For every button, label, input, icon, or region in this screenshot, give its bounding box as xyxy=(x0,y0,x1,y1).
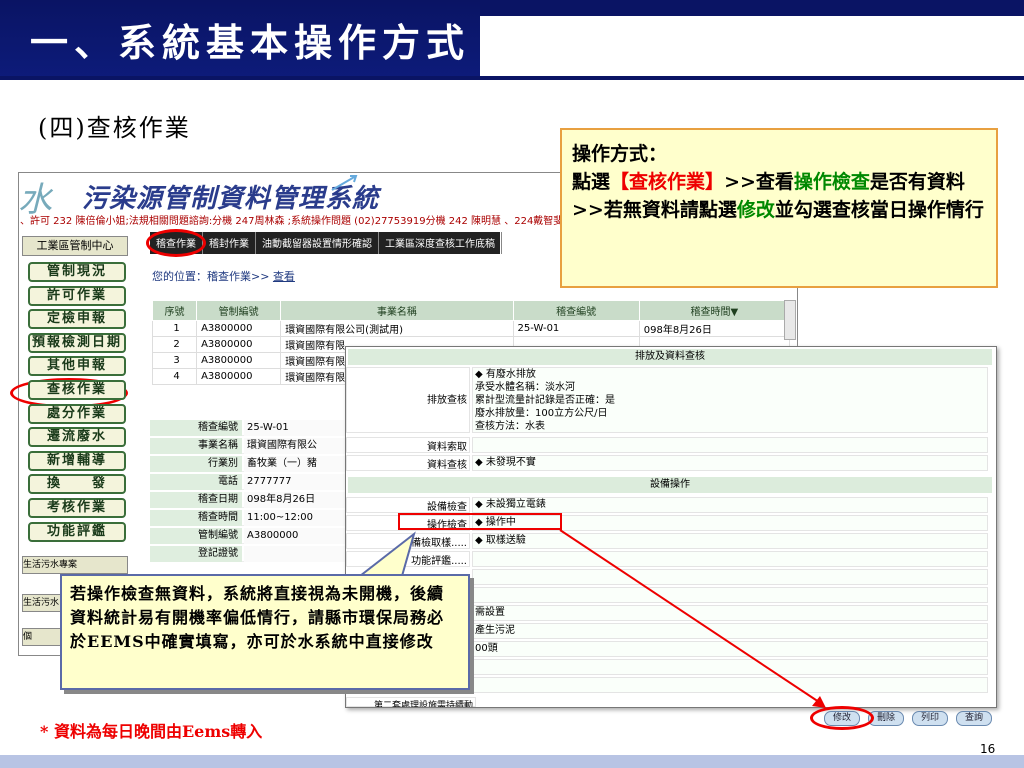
row-evaluation: 功能評鑑..... xyxy=(346,551,996,567)
nav-item-11[interactable]: 功能評鑑 xyxy=(28,521,126,542)
nav-item-5[interactable]: 查核作業 xyxy=(28,380,126,400)
detail-row: 登記證號 xyxy=(150,546,350,562)
breadcrumb: 您的位置：稽查作業>> 查看 xyxy=(152,270,295,283)
nav-item-3[interactable]: 預報檢測日期 xyxy=(28,332,126,353)
query-button[interactable]: 查詢 xyxy=(956,711,992,726)
warning-callout: 若操作檢查無資料，系統將直接視為未開機，後續資料統計易有開機率偏低情行，請縣市環… xyxy=(60,574,470,690)
detail-row: 行業別 畜牧業（一）豬 xyxy=(150,456,350,472)
row-equipment-check: 設備檢查 ◆ 未設獨立電錶 xyxy=(346,497,996,513)
row-discharge: 排放查核 ◆ 有廢水排放 承受水體名稱：淡水河 累計型流量計記錄是否正確：是 廢… xyxy=(346,367,996,433)
table-row[interactable]: 1 A3800000 環資國際有限公司(測試用) 25-W-01 098年8月26日 xyxy=(151,320,791,337)
col-header-control-id[interactable]: 管制編號 xyxy=(196,300,282,321)
title-band-top xyxy=(480,0,1024,16)
detail-row: 管制編號 A3800000 xyxy=(150,528,350,544)
highlight-tab-inspection xyxy=(146,229,206,257)
detail-row: 稽查時間 11:00~12:00 xyxy=(150,510,350,526)
nav-item-4[interactable]: 其他申報 xyxy=(28,356,126,377)
print-button[interactable]: 列印 xyxy=(912,711,948,726)
title-band-light xyxy=(480,16,1024,76)
detail-row: 事業名稱 環資國際有限公 xyxy=(150,438,350,454)
nav-item-9[interactable]: 換 發 xyxy=(28,474,126,495)
col-header-inspection-date[interactable]: 稽查時間▼ xyxy=(638,300,791,321)
detail-row: 電話 2777777 xyxy=(150,474,350,490)
detail-row: 稽查日期 098年8月26日 xyxy=(150,492,350,508)
breadcrumb-link-view[interactable]: 查看 xyxy=(273,270,295,283)
arrows-icon xyxy=(331,175,358,191)
row-sampling: 備檢取樣..... ◆ 取樣送驗 xyxy=(346,533,996,549)
footer-band xyxy=(0,755,1024,768)
nav-item-0[interactable]: 管制現況 xyxy=(28,262,126,282)
highlight-operation-check xyxy=(398,513,562,530)
section-equipment-header: 設備操作 xyxy=(348,477,992,493)
nav-section-sewage-project[interactable]: 生活污水專案 xyxy=(22,556,128,574)
slide-title: 一、系統基本操作方式 xyxy=(30,20,471,65)
row-cut-off: 第二套處理設施需持續動 xyxy=(346,697,996,707)
detail-row: 稽查編號 25-W-01 xyxy=(150,420,350,436)
slide-subtitle: (四)查核作業 xyxy=(38,114,191,142)
table-scrollbar[interactable] xyxy=(784,300,796,340)
footnote: * 資料為每日晚間由Eems轉入 xyxy=(40,722,263,741)
tab-oil-trap[interactable]: 油動截留器設置情形確認 xyxy=(256,232,379,254)
nav-item-8[interactable]: 新增輔導 xyxy=(28,450,126,471)
news-ticker: 、許可 232 陳倍倫小姐;法規相關問題諮詢:分機 247周林森 ;系統操作問題… xyxy=(20,216,560,227)
nav-item-7[interactable]: 遷流廢水 xyxy=(28,427,126,448)
instruction-callout: 操作方式： 點選【查核作業】>>查看操作檢查是否有資料>>若無資料請點選修改並勾… xyxy=(560,128,998,288)
col-header-company[interactable]: 事業名稱 xyxy=(280,300,514,321)
nav-item-6[interactable]: 處分作業 xyxy=(28,403,126,424)
page-number: 16 xyxy=(980,742,996,756)
col-header-inspection-id[interactable]: 稽查編號 xyxy=(512,300,640,321)
nav-header[interactable]: 工業區管制中心 xyxy=(22,236,128,256)
row-data-check: 資料查核 ◆ 未發現不實 xyxy=(346,455,996,471)
highlight-edit-button xyxy=(810,706,874,730)
nav-item-10[interactable]: 考核作業 xyxy=(28,498,126,518)
col-header-no[interactable]: 序號 xyxy=(151,300,198,321)
section-discharge-header: 排放及資料查核 xyxy=(348,349,992,365)
tab-deep-audit[interactable]: 工業區深度查核工作底稿 xyxy=(379,232,502,254)
title-underline xyxy=(0,76,1024,80)
tab-sealing[interactable]: 稽封作業 xyxy=(203,232,256,254)
row-data-request: 資料索取 xyxy=(346,437,996,453)
nav-item-1[interactable]: 許可作業 xyxy=(28,285,126,306)
nav-item-2[interactable]: 定檢申報 xyxy=(28,309,126,330)
